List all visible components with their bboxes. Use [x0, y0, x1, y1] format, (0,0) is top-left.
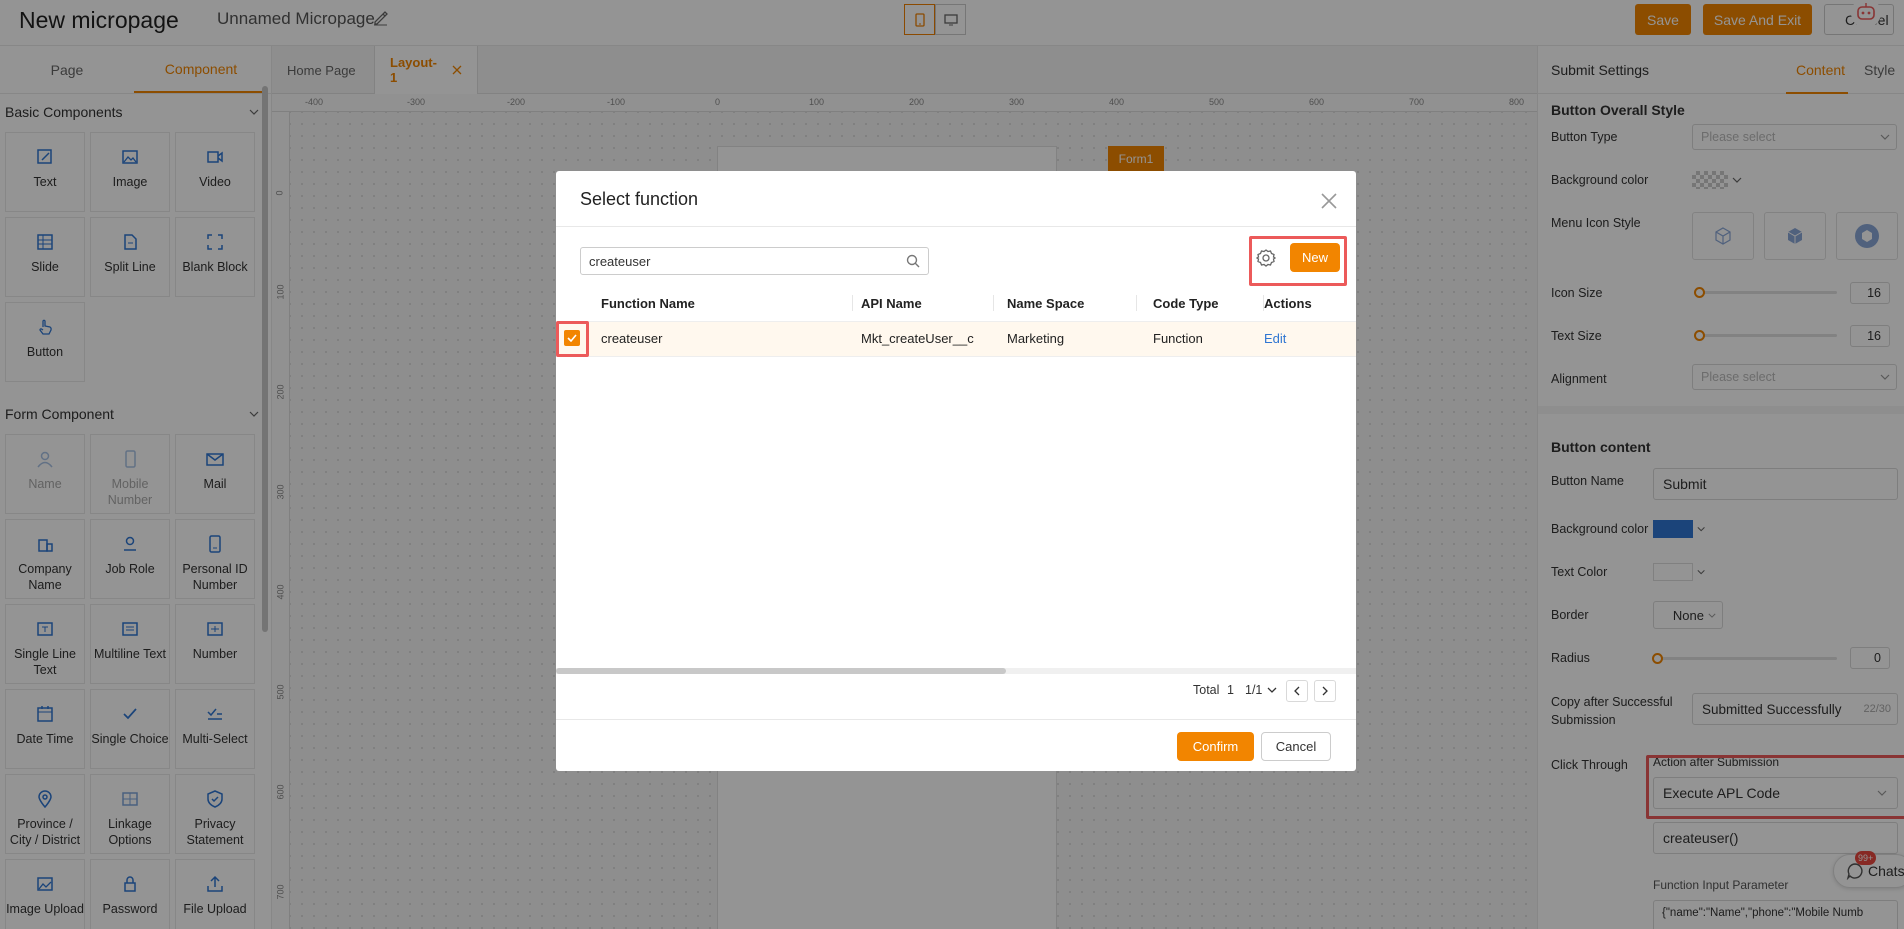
- close-icon[interactable]: [1319, 191, 1339, 211]
- function-search-input[interactable]: createuser: [580, 247, 929, 275]
- highlight-frame-new: [1249, 236, 1347, 286]
- chevron-left-icon: [1294, 686, 1300, 696]
- column-separator[interactable]: [852, 295, 853, 311]
- confirm-button[interactable]: Confirm: [1177, 732, 1254, 761]
- scrollbar-thumb[interactable]: [556, 668, 1006, 674]
- dialog-footer-divider: [556, 719, 1356, 720]
- select-function-dialog: Select function createuser New Function …: [556, 171, 1356, 771]
- total-count: 1: [1227, 683, 1234, 697]
- column-header-api-name[interactable]: API Name: [861, 296, 922, 311]
- prev-page-button[interactable]: [1286, 680, 1308, 702]
- highlight-frame-checkbox: [556, 321, 589, 357]
- column-header-actions[interactable]: Actions: [1264, 296, 1312, 311]
- column-separator[interactable]: [993, 295, 994, 311]
- cell-api-name: Mkt_createUser__c: [861, 331, 974, 346]
- chevron-down-icon: [1267, 687, 1277, 693]
- table-horizontal-scrollbar[interactable]: [556, 668, 1356, 674]
- column-header-name-space[interactable]: Name Space: [1007, 296, 1084, 311]
- cancel-button[interactable]: Cancel: [1261, 732, 1331, 761]
- column-header-code-type[interactable]: Code Type: [1153, 296, 1219, 311]
- search-icon[interactable]: [906, 254, 920, 268]
- dialog-title: Select function: [580, 189, 699, 209]
- column-header-function-name[interactable]: Function Name: [601, 296, 695, 311]
- cell-code-type: Function: [1153, 331, 1203, 346]
- cell-function-name: createuser: [601, 331, 663, 346]
- page-indicator: 1/1: [1245, 683, 1263, 697]
- page-select[interactable]: 1/1: [1245, 683, 1277, 697]
- next-page-button[interactable]: [1314, 680, 1336, 702]
- edit-link[interactable]: Edit: [1264, 331, 1286, 346]
- total-label: Total: [1193, 683, 1220, 697]
- chevron-right-icon: [1322, 686, 1328, 696]
- column-separator[interactable]: [1136, 295, 1137, 311]
- cell-name-space: Marketing: [1007, 331, 1065, 346]
- dialog-header-divider: [556, 226, 1356, 227]
